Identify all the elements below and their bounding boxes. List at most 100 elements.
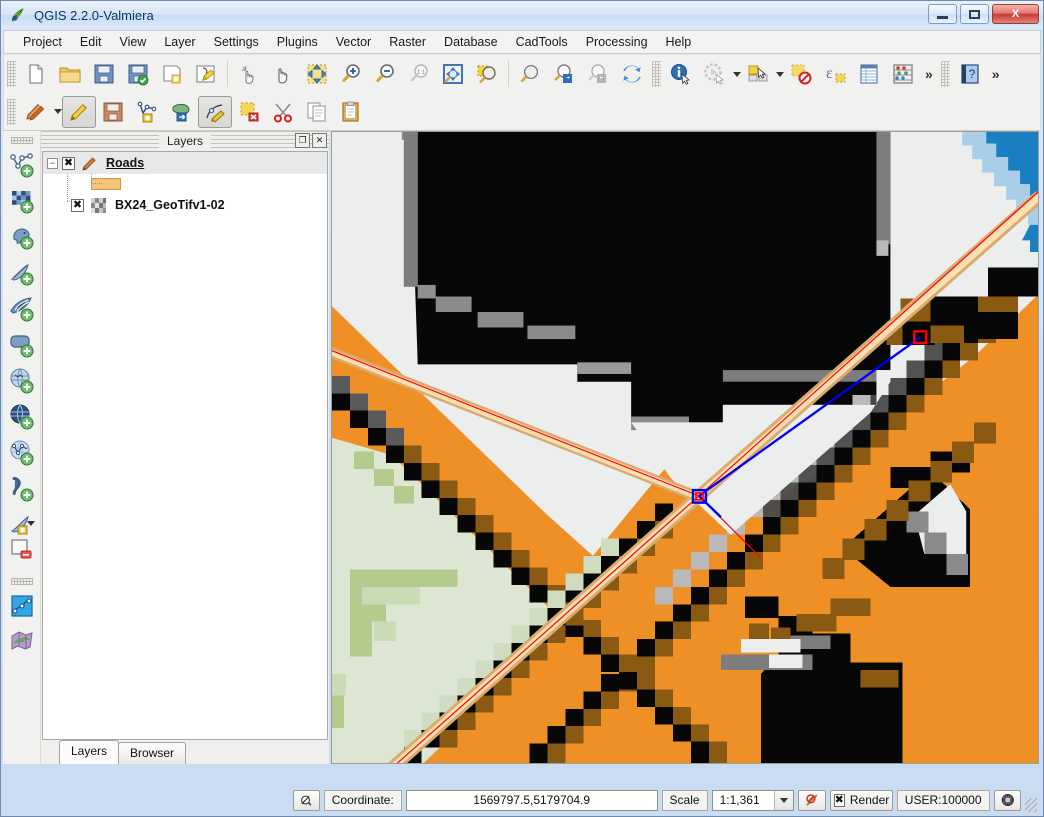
add-vector-layer-button[interactable] (5, 147, 39, 183)
menu-help[interactable]: Help (657, 32, 701, 52)
move-feature-button[interactable] (164, 96, 198, 128)
new-print-composer-button[interactable] (155, 58, 189, 90)
menu-plugins[interactable]: Plugins (268, 32, 327, 52)
close-icon[interactable]: ✕ (312, 133, 327, 148)
layer-item-bx24-geotif[interactable]: ✖ BX24_GeoTifv1-02 (43, 194, 327, 216)
menu-vector[interactable]: Vector (327, 32, 380, 52)
remove-layer-button[interactable] (5, 532, 39, 568)
left-toolbar-grip[interactable] (10, 137, 33, 144)
menu-settings[interactable]: Settings (205, 32, 268, 52)
menu-view[interactable]: View (110, 32, 155, 52)
add-mssql-layer-button[interactable] (5, 291, 39, 327)
identify-features-button[interactable] (664, 58, 698, 90)
toolbar-grip-3[interactable] (940, 61, 950, 87)
menu-edit[interactable]: Edit (71, 32, 111, 52)
chevron-down-icon[interactable] (733, 71, 741, 77)
pan-to-selection-button[interactable] (300, 58, 334, 90)
zoom-to-layer-button[interactable] (513, 58, 547, 90)
add-spatialite-layer-button[interactable] (5, 255, 39, 291)
select-by-expression-button[interactable]: ε (818, 58, 852, 90)
expander-icon[interactable]: − (47, 157, 58, 169)
close-button[interactable]: X (992, 4, 1039, 24)
menu-layer[interactable]: Layer (155, 32, 204, 52)
touch-zoom-button[interactable] (232, 58, 266, 90)
add-raster-layer-button[interactable] (5, 183, 39, 219)
layer-item-roads[interactable]: − ✖ Roads (43, 152, 327, 174)
deselect-features-button[interactable] (784, 58, 818, 90)
cut-features-button[interactable] (266, 96, 300, 128)
menu-raster[interactable]: Raster (380, 32, 435, 52)
run-feature-action-button[interactable] (698, 58, 732, 90)
add-oracle-layer-button[interactable] (5, 327, 39, 363)
layer-visibility-checkbox-roads[interactable]: ✖ (62, 156, 75, 170)
zoom-in-button[interactable] (334, 58, 368, 90)
refresh-button[interactable] (615, 58, 649, 90)
digitizing-toolbar-grip[interactable] (7, 98, 16, 125)
save-layer-edits-button[interactable] (96, 96, 130, 128)
zoom-full-button[interactable] (436, 58, 470, 90)
toolbar-grip[interactable] (7, 61, 16, 87)
left-toolbar-grip-2[interactable] (10, 578, 33, 585)
copy-features-button[interactable] (300, 96, 334, 128)
node-tool-button[interactable] (198, 95, 232, 128)
paste-features-button[interactable] (334, 96, 368, 128)
delete-selected-button[interactable] (232, 96, 266, 128)
tab-layers[interactable]: Layers (59, 740, 120, 764)
zoom-last-button[interactable] (547, 58, 581, 90)
add-wms-layer-button[interactable] (5, 363, 39, 399)
chevron-down-icon-3[interactable] (54, 109, 62, 114)
render-checkbox[interactable]: ✖ (833, 793, 845, 807)
zoom-native-button[interactable]: 1:1 (402, 58, 436, 90)
menu-database[interactable]: Database (435, 32, 507, 52)
zoom-out-button[interactable] (368, 58, 402, 90)
help-contents-button[interactable]: ? (953, 58, 987, 90)
save-project-as-button[interactable] (121, 58, 155, 90)
current-edits-button[interactable] (19, 96, 53, 128)
menu-processing[interactable]: Processing (577, 32, 657, 52)
add-delimited-text-layer-button[interactable] (5, 471, 39, 507)
toggle-editing-button[interactable] (62, 95, 96, 128)
maximize-button[interactable] (960, 4, 989, 24)
open-attribute-editor-button[interactable] (5, 624, 39, 660)
coordinate-value[interactable]: 1569797.5,5179704.9 (405, 789, 658, 811)
toolbar-overflow-button[interactable]: » (920, 66, 938, 82)
toggle-extents-button[interactable] (293, 789, 320, 811)
render-toggle[interactable]: ✖ Render (830, 789, 893, 811)
map-canvas-frame (331, 131, 1039, 764)
layers-tree[interactable]: − ✖ Roads ✖ BX24_GeoTifv1-02 (42, 151, 328, 740)
open-layer-styling-button[interactable] (5, 588, 39, 624)
open-attribute-table-button[interactable] (852, 58, 886, 90)
open-project-button[interactable] (53, 58, 87, 90)
title-bar: QGIS 2.2.0-Valmiera X (1, 1, 1043, 29)
field-calculator-button[interactable] (886, 58, 920, 90)
crs-status-label[interactable]: USER:100000 (896, 789, 990, 811)
pencil-editing-icon (81, 155, 98, 172)
menu-project[interactable]: Project (14, 32, 71, 52)
minimize-button[interactable] (928, 4, 957, 24)
chevron-down-icon-scale[interactable] (774, 790, 794, 810)
tab-browser[interactable]: Browser (118, 742, 187, 764)
map-canvas[interactable] (332, 132, 1038, 763)
stop-render-button[interactable] (798, 789, 827, 811)
undock-icon[interactable]: ❐ (295, 133, 310, 148)
add-postgis-layer-button[interactable] (5, 219, 39, 255)
pan-map-button[interactable] (266, 58, 300, 90)
toolbar-overflow-2-button[interactable]: » (987, 66, 1005, 82)
map-render[interactable] (332, 132, 1038, 763)
save-project-button[interactable] (87, 58, 121, 90)
crs-globe-icon[interactable] (993, 789, 1022, 811)
zoom-to-selection-button[interactable] (470, 58, 504, 90)
new-project-button[interactable] (19, 58, 53, 90)
composer-manager-button[interactable] (189, 58, 223, 90)
add-feature-button[interactable] (130, 96, 164, 128)
menu-cadtools[interactable]: CadTools (507, 32, 577, 52)
resize-grip[interactable] (1025, 798, 1037, 812)
zoom-next-button[interactable] (581, 58, 615, 90)
add-wcs-layer-button[interactable] (5, 399, 39, 435)
chevron-down-icon-2[interactable] (776, 71, 784, 77)
scale-combobox[interactable]: 1:1,361 (711, 789, 795, 811)
layer-visibility-checkbox-bx24[interactable]: ✖ (71, 198, 84, 212)
add-wfs-layer-button[interactable] (5, 435, 39, 471)
select-features-button[interactable] (741, 58, 775, 90)
toolbar-grip-2[interactable] (652, 61, 661, 87)
